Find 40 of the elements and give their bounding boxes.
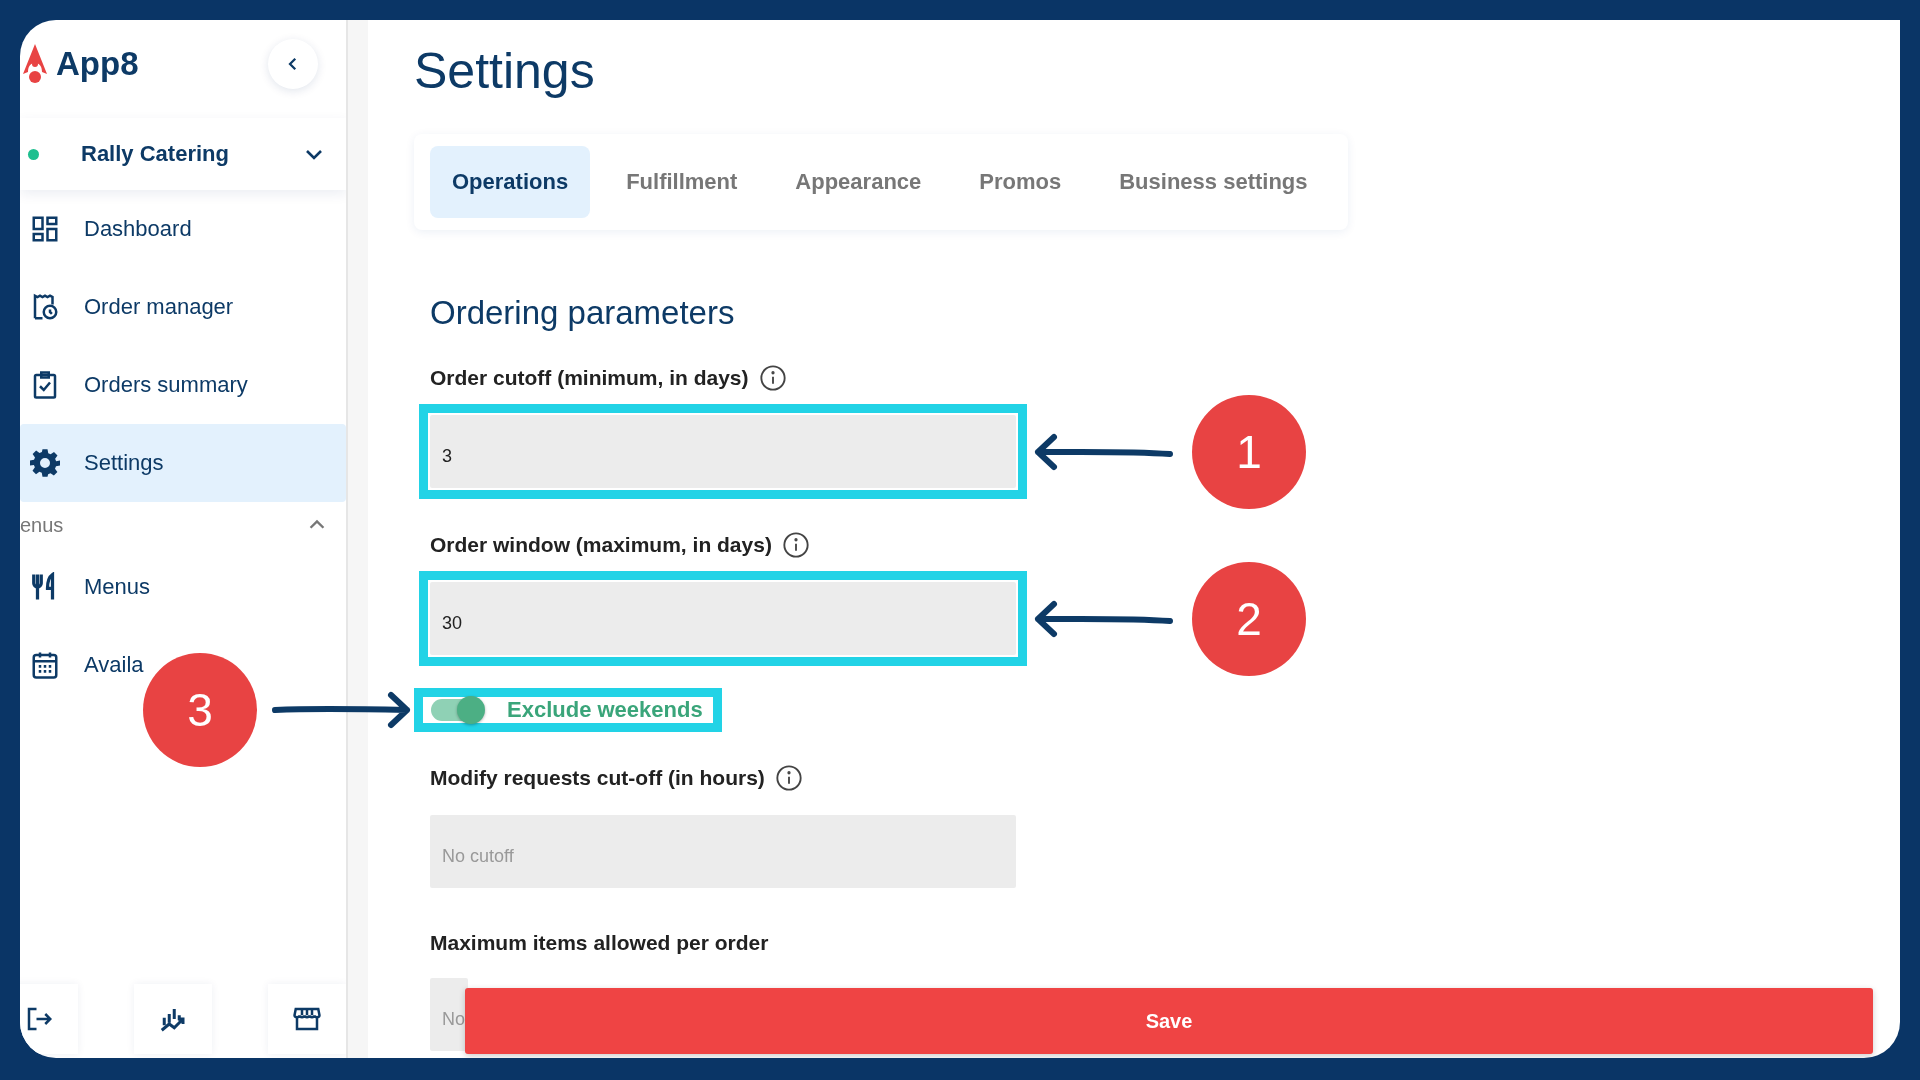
nav-item[interactable]: Availa	[20, 626, 144, 704]
info-icon	[774, 764, 803, 792]
input-field[interactable]: 30	[430, 582, 1016, 655]
field-label: Order window (maximum, in days)	[430, 533, 772, 557]
nav-item[interactable]: Menus	[20, 548, 151, 626]
tab[interactable]: Business settings	[1097, 146, 1330, 218]
footer-button[interactable]	[134, 984, 212, 1054]
input-field[interactable]: No cutoff	[430, 815, 1016, 888]
nav-item[interactable]: Order manager	[20, 268, 234, 346]
save-button[interactable]: Save	[465, 988, 1873, 1054]
field-label: Modify requests cut-off (in hours)	[430, 766, 765, 790]
nav-item[interactable]: Settings	[20, 424, 346, 502]
section-title: Ordering parameters	[430, 294, 735, 332]
field-label: Order cutoff (minimum, in days)	[430, 366, 749, 390]
tab[interactable]: Fulfillment	[604, 146, 760, 218]
tab[interactable]: Appearance	[773, 146, 944, 218]
section-header[interactable]: enus	[20, 502, 346, 548]
footer-button[interactable]	[268, 984, 346, 1054]
brand-name: App8	[56, 45, 139, 83]
settings-icon	[30, 448, 60, 478]
dashboard-icon	[30, 214, 60, 244]
rocket-logo-icon	[20, 44, 50, 84]
step-badge: 1	[1192, 394, 1306, 509]
info-icon	[758, 364, 787, 392]
calendar-icon	[30, 650, 60, 680]
toggle-label: Exclude weekends	[507, 697, 703, 723]
footer-button[interactable]	[20, 984, 78, 1054]
info-icon	[781, 531, 810, 559]
tab[interactable]: Operations	[430, 146, 591, 218]
input-field[interactable]: 3	[430, 415, 1016, 488]
nav-item[interactable]: Dashboard	[20, 190, 192, 268]
input-field[interactable]: No	[430, 978, 468, 1051]
toggle-switch[interactable]	[431, 699, 483, 721]
step-badge: 3	[143, 653, 257, 767]
page-title: Settings	[414, 42, 595, 101]
tab[interactable]: Promos	[957, 146, 1084, 218]
nav-item[interactable]: Orders summary	[20, 346, 248, 424]
field-label: Maximum items allowed per order	[430, 931, 769, 955]
step-badge: 2	[1192, 561, 1306, 676]
location-selector[interactable]: Rally Catering	[20, 118, 346, 190]
